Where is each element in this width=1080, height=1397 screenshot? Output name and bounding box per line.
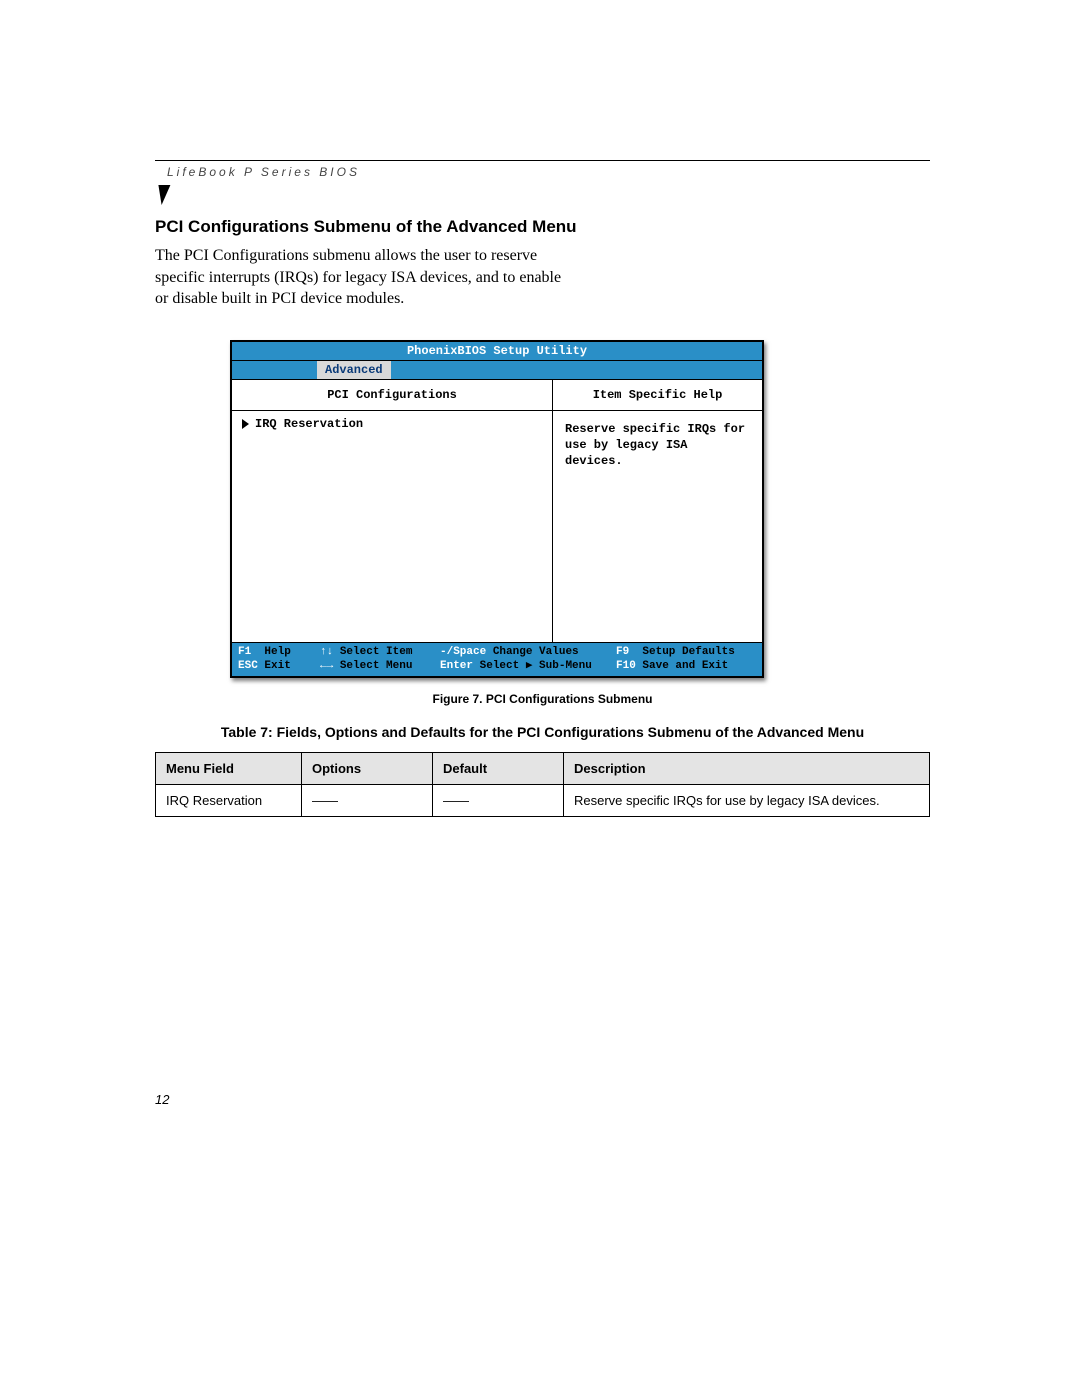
cell-options: —— (302, 785, 433, 817)
tab-advanced[interactable]: Advanced (317, 361, 391, 379)
bios-tab-bar: Advanced (232, 361, 762, 380)
bios-right-heading: Item Specific Help (553, 380, 762, 411)
submenu-label: IRQ Reservation (255, 417, 363, 431)
fkey-select-menu-label: Select Menu (340, 660, 413, 672)
submenu-irq-reservation[interactable]: IRQ Reservation (242, 417, 542, 431)
fkey-enter: Enter (440, 660, 473, 672)
section-marker-icon (156, 185, 171, 205)
bios-left-heading: PCI Configurations (232, 380, 552, 411)
th-description: Description (564, 753, 930, 785)
cell-default: —— (433, 785, 564, 817)
fkey-f1: F1 (238, 646, 251, 658)
fkey-exit-label: Exit (264, 660, 290, 672)
th-options: Options (302, 753, 433, 785)
section-body: The PCI Configurations submenu allows th… (155, 245, 575, 310)
fkey-f9: F9 (616, 646, 629, 658)
fkey-space: -/Space (440, 646, 486, 658)
cell-menu-field: IRQ Reservation (156, 785, 302, 817)
fkey-updown: ↑↓ (320, 646, 333, 658)
bios-footer: F1 Help ↑↓ Select Item -/Space Change Va… (232, 642, 762, 677)
bios-screenshot: PhoenixBIOS Setup Utility Advanced PCI C… (230, 340, 764, 679)
page-number: 12 (155, 1092, 169, 1107)
cell-description: Reserve specific IRQs for use by legacy … (564, 785, 930, 817)
bios-body: PCI Configurations IRQ Reservation Item … (232, 380, 762, 642)
figure-caption: Figure 7. PCI Configurations Submenu (155, 692, 930, 706)
table-caption: Table 7: Fields, Options and Defaults fo… (155, 724, 930, 740)
tab-spacer (232, 361, 317, 379)
fkey-select-item-label: Select Item (340, 646, 413, 658)
fkey-f10: F10 (616, 660, 636, 672)
document-page: LifeBook P Series BIOS PCI Configuration… (155, 160, 930, 817)
options-table: Menu Field Options Default Description I… (155, 752, 930, 817)
bios-left-body: IRQ Reservation (232, 411, 552, 642)
fkey-save-exit-label: Save and Exit (642, 660, 728, 672)
footer-row-2: ESC Exit ←→ Select Menu Enter Select ▶ S… (238, 659, 756, 673)
submenu-arrow-icon (242, 419, 249, 429)
table-header-row: Menu Field Options Default Description (156, 753, 930, 785)
bios-title: PhoenixBIOS Setup Utility (232, 342, 762, 361)
bios-left-pane: PCI Configurations IRQ Reservation (232, 380, 553, 642)
bios-right-pane: Item Specific Help Reserve specific IRQs… (553, 380, 762, 642)
running-head: LifeBook P Series BIOS (155, 165, 930, 179)
table-row: IRQ Reservation —— —— Reserve specific I… (156, 785, 930, 817)
fkey-change-values-label: Change Values (493, 646, 579, 658)
fkey-setup-defaults-label: Setup Defaults (642, 646, 734, 658)
fkey-help-label: Help (264, 646, 290, 658)
bios-help-text: Reserve specific IRQs for use by legacy … (553, 411, 762, 642)
th-default: Default (433, 753, 564, 785)
fkey-submenu-label: Select ▶ Sub-Menu (480, 660, 592, 672)
footer-row-1: F1 Help ↑↓ Select Item -/Space Change Va… (238, 645, 756, 659)
fkey-leftright: ←→ (320, 660, 333, 672)
th-menu-field: Menu Field (156, 753, 302, 785)
section-title: PCI Configurations Submenu of the Advanc… (155, 217, 930, 237)
fkey-esc: ESC (238, 660, 258, 672)
header-rule (155, 160, 930, 161)
